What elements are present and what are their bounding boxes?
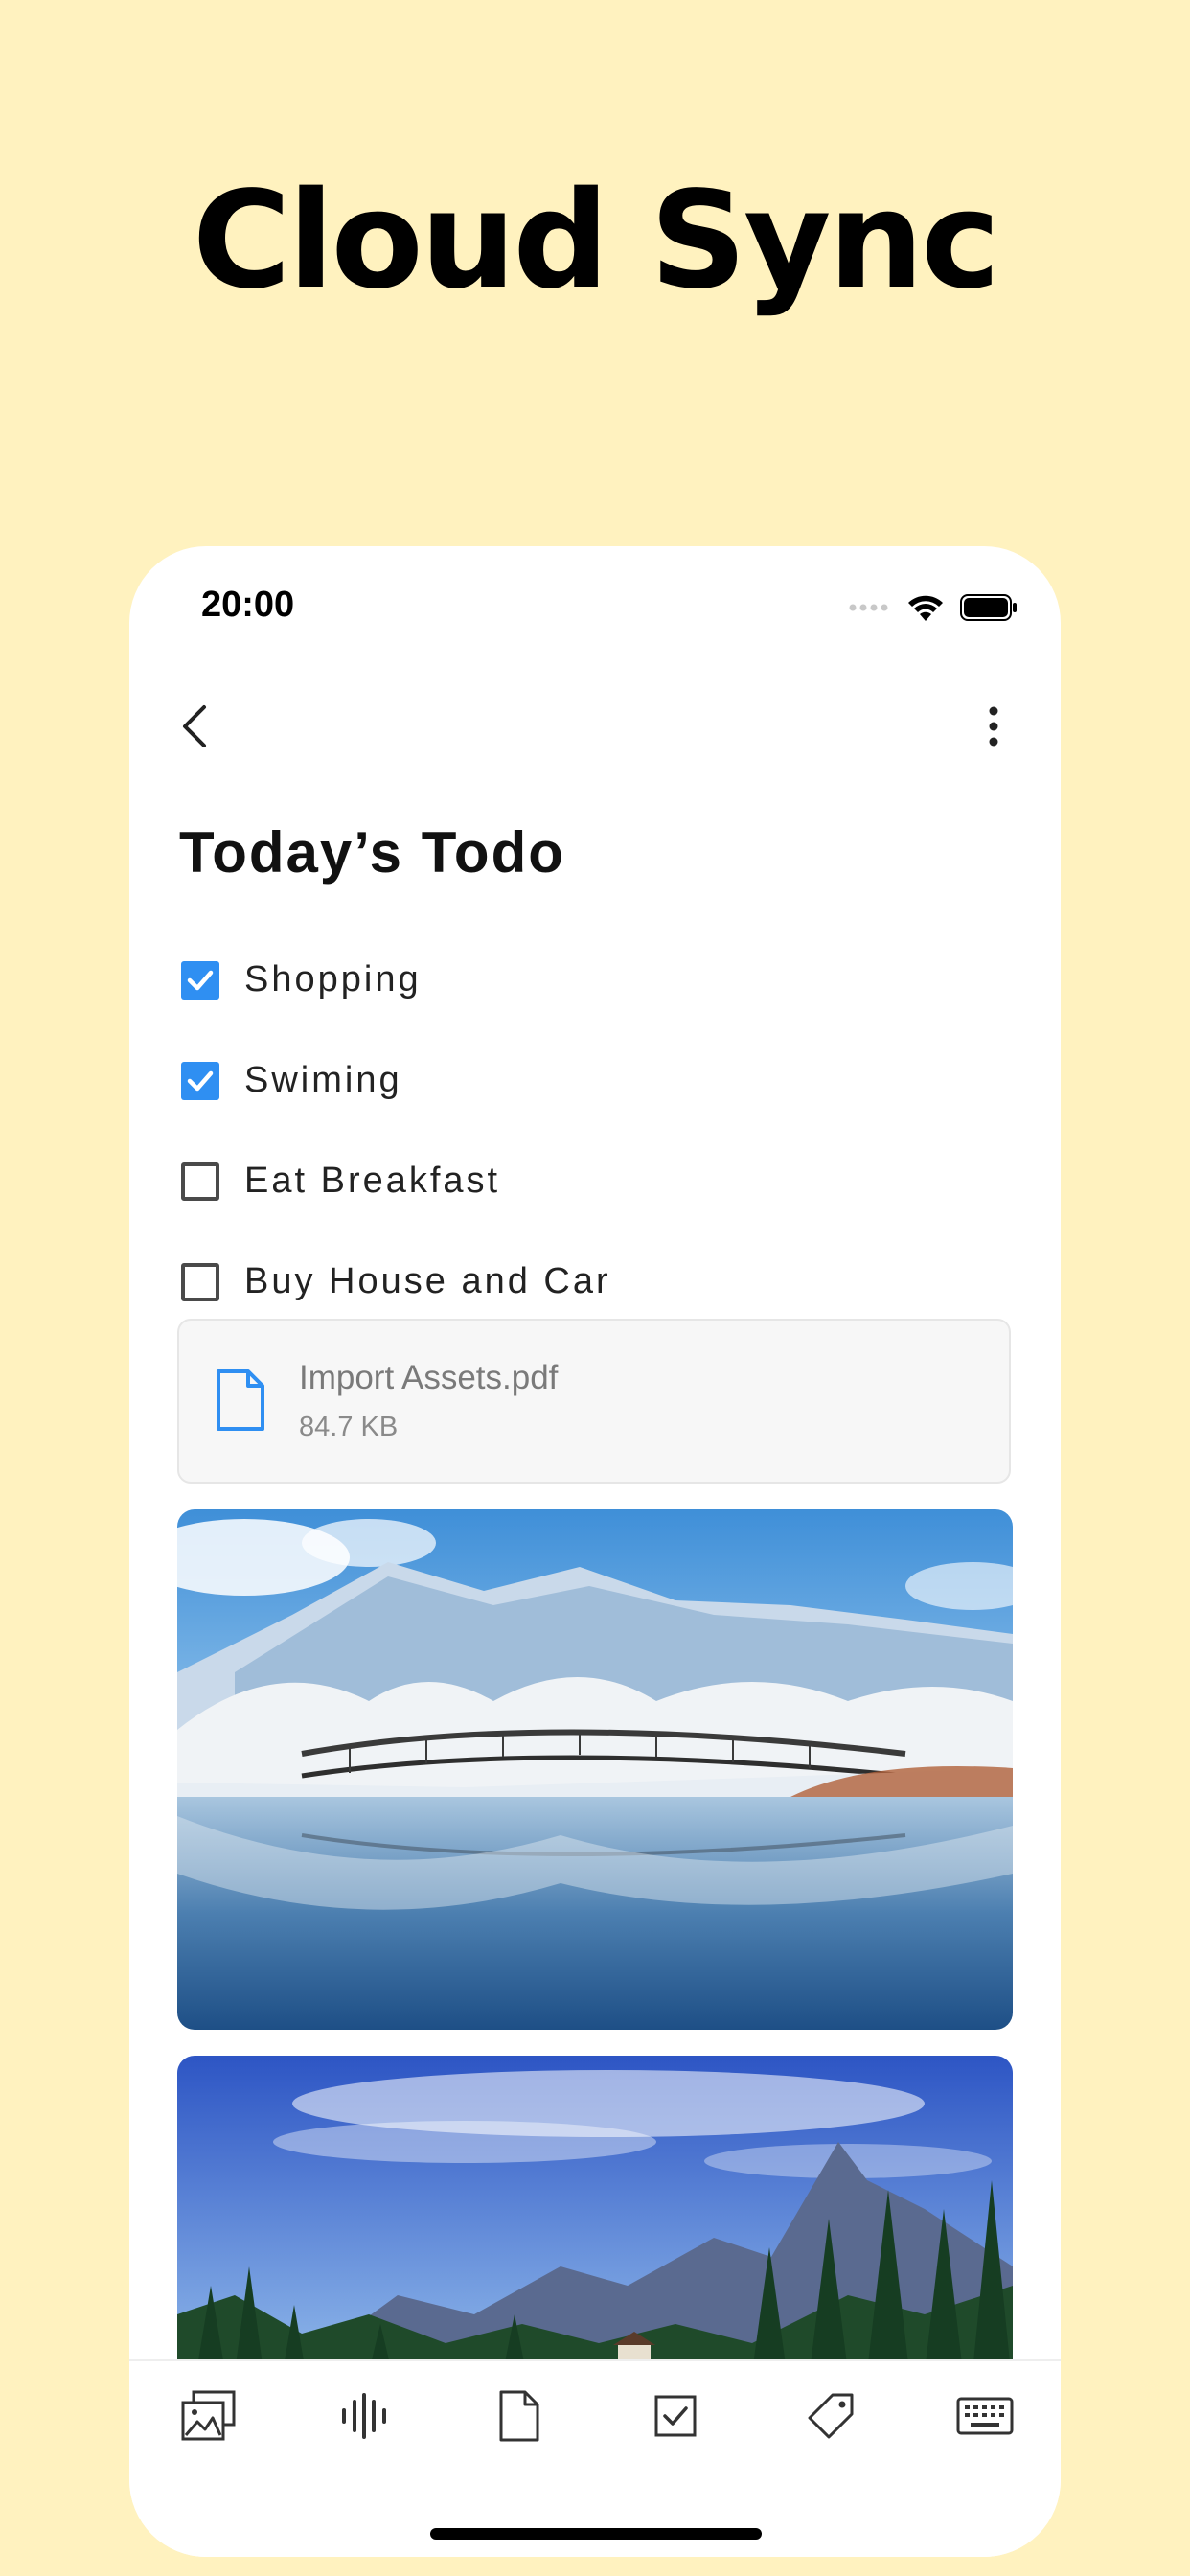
more-vertical-icon	[989, 706, 998, 747]
todo-label: Buy House and Car	[244, 1261, 611, 1301]
todo-item[interactable]: Shopping	[179, 930, 1003, 1030]
nav-bar	[129, 671, 1061, 776]
status-time: 20:00	[201, 585, 295, 625]
document-icon	[499, 2390, 539, 2442]
tag-icon	[808, 2393, 854, 2439]
status-bar: 20:00	[129, 546, 1061, 671]
image-icon	[181, 2390, 236, 2441]
checkbox-icon	[654, 2395, 697, 2437]
insert-image-button[interactable]	[175, 2382, 242, 2450]
battery-icon	[960, 593, 1018, 627]
more-options-button[interactable]	[965, 698, 1022, 755]
keyboard-button[interactable]	[951, 2382, 1018, 2450]
todo-item[interactable]: Eat Breakfast	[179, 1131, 1003, 1231]
note-title: Today’s Todo	[179, 820, 565, 885]
snowy-lake-bridge-photo[interactable]	[177, 1509, 1013, 2030]
status-icons	[849, 590, 1018, 629]
todo-label: Eat Breakfast	[244, 1161, 501, 1201]
signal-icon	[849, 601, 891, 618]
phone-screen: 20:00 Today’s Todo Shopping Swiming Eat …	[129, 546, 1061, 2557]
checkmark-icon	[187, 1070, 214, 1091]
attachment-size: 84.7 KB	[299, 1412, 399, 1442]
checkbox-checked[interactable]	[181, 960, 219, 1000]
chevron-left-icon	[183, 705, 206, 748]
pdf-attachment[interactable]: Import Assets.pdf 84.7 KB	[177, 1319, 1011, 1484]
todo-item[interactable]: Buy House and Car	[179, 1231, 1003, 1332]
insert-checklist-button[interactable]	[642, 2382, 709, 2450]
mountain-forest-photo[interactable]	[177, 2056, 1013, 2372]
todo-label: Shopping	[244, 959, 422, 1000]
back-button[interactable]	[168, 698, 225, 755]
record-audio-button[interactable]	[331, 2382, 398, 2450]
checkmark-icon	[187, 970, 214, 990]
attach-file-button[interactable]	[486, 2382, 553, 2450]
todo-list: Shopping Swiming Eat Breakfast Buy House…	[179, 930, 1003, 1332]
attachment-name: Import Assets.pdf	[299, 1359, 559, 1396]
keyboard-icon	[956, 2397, 1014, 2435]
checkbox-unchecked[interactable]	[181, 1162, 219, 1201]
todo-item[interactable]: Swiming	[179, 1030, 1003, 1131]
checkbox-checked[interactable]	[181, 1061, 219, 1100]
todo-label: Swiming	[244, 1060, 402, 1100]
document-icon	[217, 1369, 264, 1431]
home-indicator[interactable]	[430, 2528, 762, 2540]
audio-waveform-icon	[342, 2393, 386, 2439]
add-tag-button[interactable]	[797, 2382, 864, 2450]
checkbox-unchecked[interactable]	[181, 1262, 219, 1301]
headline: Cloud Sync	[192, 163, 1000, 319]
wifi-icon	[906, 592, 945, 628]
